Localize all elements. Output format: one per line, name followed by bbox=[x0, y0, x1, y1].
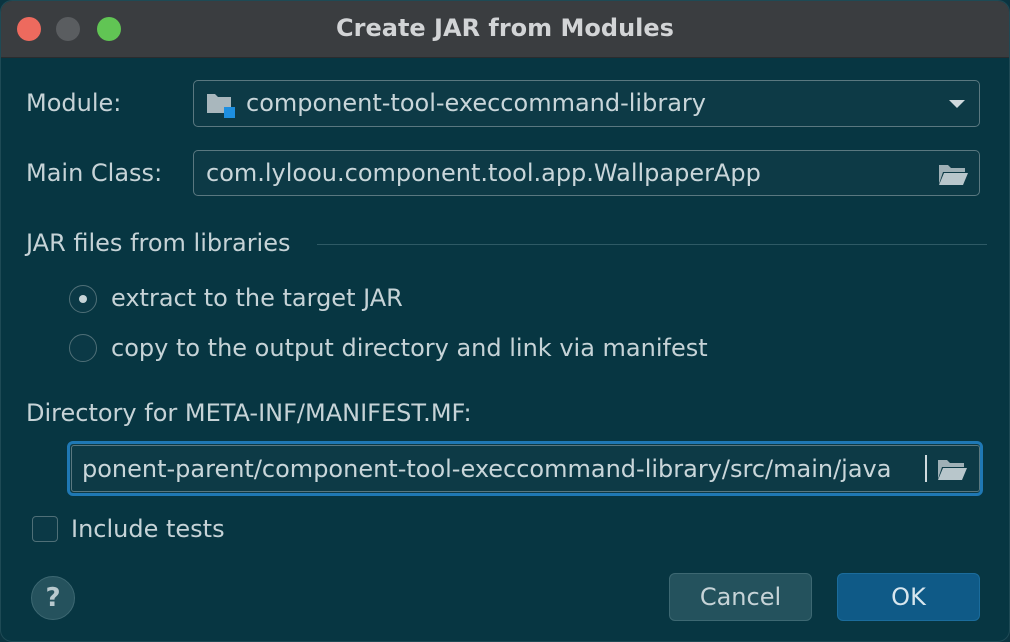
main-class-label: Main Class: bbox=[26, 159, 163, 187]
help-button[interactable]: ? bbox=[31, 576, 75, 620]
create-jar-dialog: Create JAR from Modules Module: componen… bbox=[0, 0, 1010, 642]
module-select-value: component-tool-execcommand-library bbox=[246, 89, 706, 117]
manifest-directory-label: Directory for META-INF/MANIFEST.MF: bbox=[26, 399, 472, 427]
module-folder-icon bbox=[207, 94, 235, 118]
text-cursor bbox=[925, 455, 927, 482]
include-tests-label[interactable]: Include tests bbox=[71, 515, 225, 543]
title-bar: Create JAR from Modules bbox=[1, 1, 1009, 58]
include-tests-checkbox[interactable] bbox=[32, 516, 58, 542]
dialog-title: Create JAR from Modules bbox=[336, 14, 674, 42]
extract-radio-label[interactable]: extract to the target JAR bbox=[111, 284, 403, 312]
copy-radio-label[interactable]: copy to the output directory and link vi… bbox=[111, 334, 708, 362]
module-label: Module: bbox=[26, 89, 122, 117]
radio-selected-dot bbox=[79, 295, 87, 303]
manifest-directory-value: ponent-parent/component-tool-execcommand… bbox=[82, 455, 892, 483]
main-class-input-value: com.lyloou.component.tool.app.WallpaperA… bbox=[206, 159, 761, 187]
browse-manifest-folder-icon[interactable] bbox=[936, 457, 968, 481]
jar-files-section-label: JAR files from libraries bbox=[26, 229, 291, 257]
copy-radio[interactable] bbox=[69, 334, 97, 362]
section-separator bbox=[317, 244, 987, 245]
cancel-button[interactable]: Cancel bbox=[669, 573, 812, 621]
extract-radio[interactable] bbox=[69, 285, 97, 313]
browse-main-class-folder-icon[interactable] bbox=[937, 162, 969, 186]
ok-button[interactable]: OK bbox=[837, 573, 980, 621]
module-select[interactable]: component-tool-execcommand-library bbox=[193, 80, 980, 127]
main-class-input[interactable]: com.lyloou.component.tool.app.WallpaperA… bbox=[193, 150, 980, 196]
manifest-directory-input[interactable]: ponent-parent/component-tool-execcommand… bbox=[67, 441, 983, 496]
chevron-down-icon bbox=[949, 100, 965, 108]
